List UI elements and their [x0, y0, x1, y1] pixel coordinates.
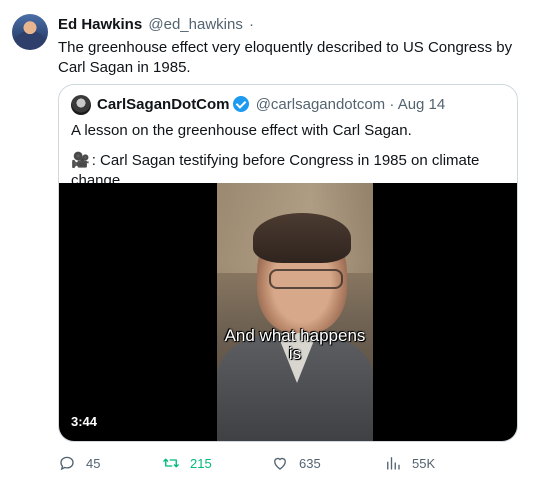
author-handle[interactable]: @ed_hawkins [148, 16, 242, 33]
video-player[interactable]: And what happens is 3:44 [59, 183, 517, 441]
reply-count: 45 [86, 455, 101, 471]
video-duration: 3:44 [71, 414, 98, 429]
frame-hair [253, 213, 351, 263]
frame-glasses [269, 269, 343, 289]
author-name[interactable]: Ed Hawkins [58, 16, 142, 33]
separator-dot: · [249, 16, 254, 33]
quoted-author-avatar[interactable] [71, 95, 91, 115]
video-frame: And what happens is [217, 183, 373, 441]
views-count: 55K [412, 455, 436, 471]
reply-icon [60, 456, 74, 471]
like-count: 635 [299, 455, 321, 471]
quoted-tweet[interactable]: CarlSaganDotCom @carlsagandotcom · Aug 1… [58, 84, 518, 442]
frame-watermark [253, 189, 337, 197]
tweet-text: The greenhouse effect very eloquently de… [58, 39, 513, 76]
reply-button[interactable]: 45 [58, 452, 100, 474]
author-avatar[interactable] [12, 14, 48, 50]
quoted-author-handle[interactable]: @carlsagandotcom [256, 96, 385, 113]
movie-camera-icon: 🎥 [71, 152, 90, 169]
views-chart-icon [387, 457, 400, 470]
quoted-author-name[interactable]: CarlSaganDotCom [97, 96, 230, 113]
video-caption: And what happens is [224, 326, 366, 363]
like-button[interactable]: 635 [271, 452, 321, 474]
retweet-count: 215 [190, 455, 212, 471]
retweet-icon [163, 458, 179, 468]
quoted-date[interactable]: Aug 14 [398, 96, 446, 113]
retweet-button[interactable]: 215 [162, 452, 212, 474]
tweet-header: Ed Hawkins @ed_hawkins · [58, 16, 254, 34]
action-bar: 45 215 635 55K [58, 452, 534, 474]
quoted-tweet-header: CarlSaganDotCom @carlsagandotcom · Aug 1… [97, 96, 445, 114]
heart-icon [274, 457, 286, 470]
quoted-text-line1: A lesson on the greenhouse effect with C… [71, 122, 412, 139]
views-button[interactable]: 55K [384, 452, 435, 474]
verified-badge-icon [232, 96, 249, 112]
quoted-separator-dot: · [389, 96, 395, 113]
tweet[interactable]: Ed Hawkins @ed_hawkins · The greenhouse … [0, 0, 534, 488]
